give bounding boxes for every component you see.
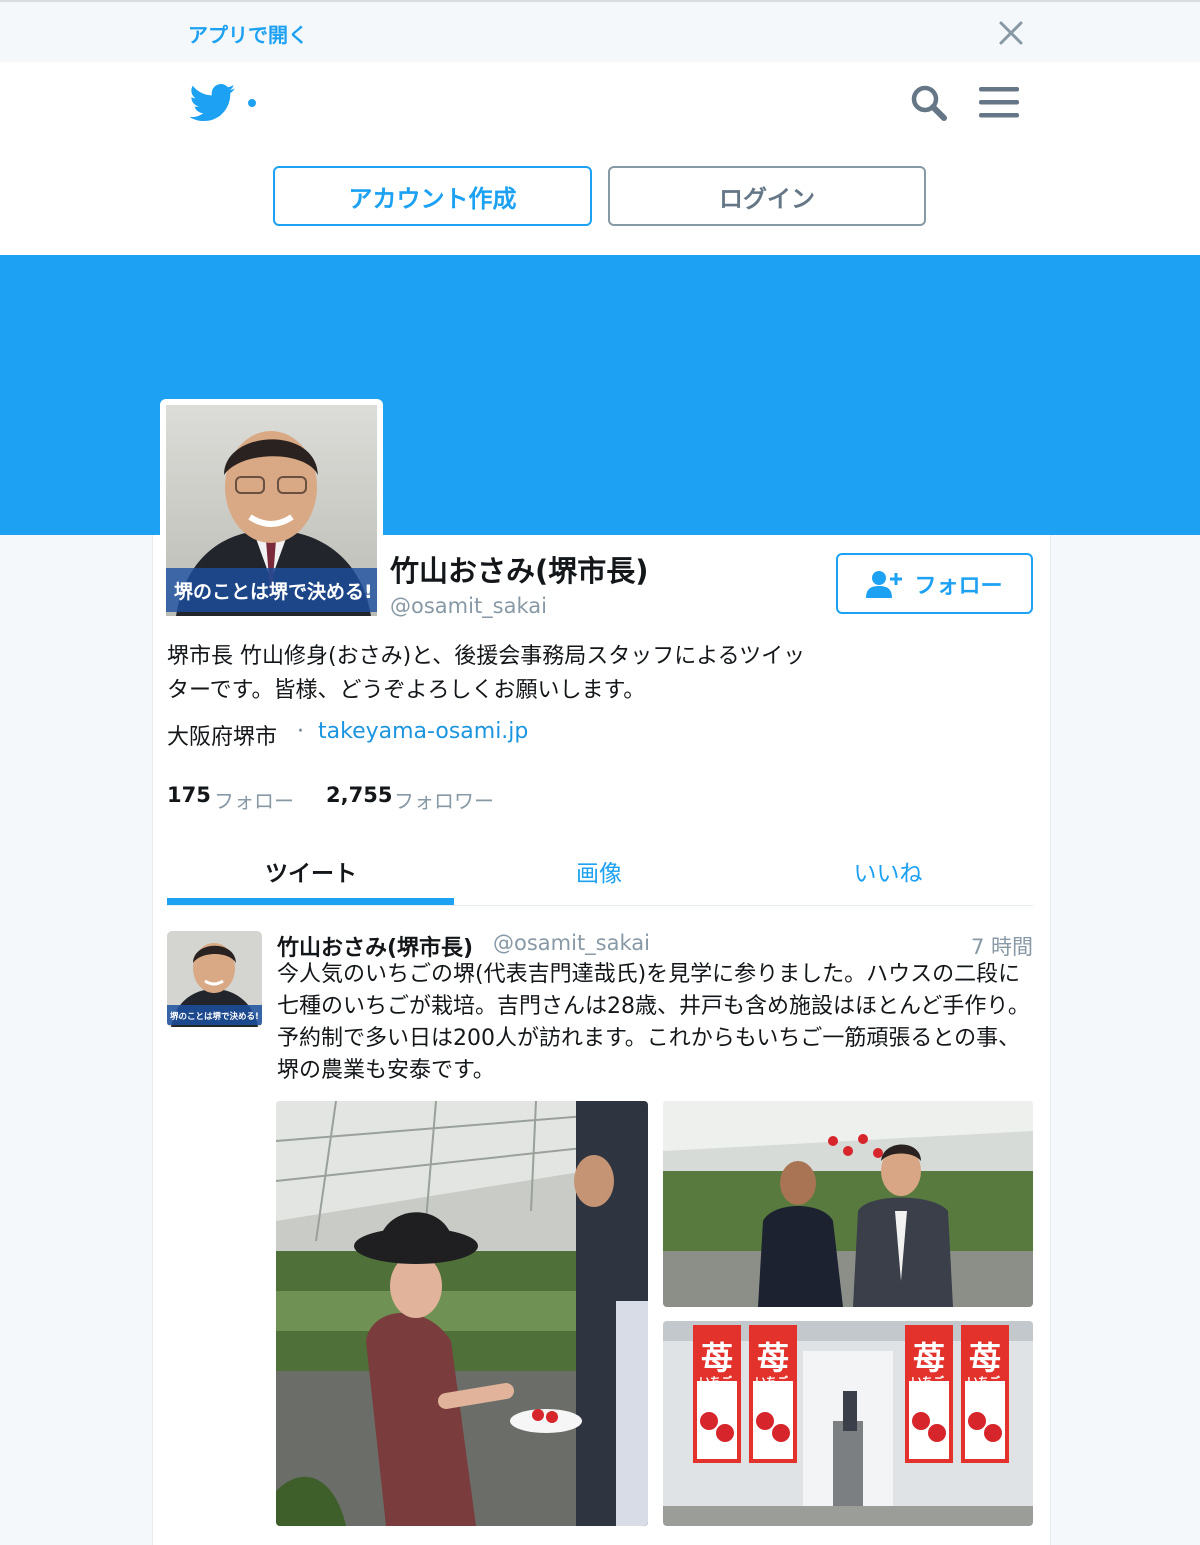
- twitter-bird-icon[interactable]: [190, 84, 236, 122]
- signup-button[interactable]: アカウント作成: [273, 166, 592, 226]
- tab-media[interactable]: 画像: [455, 854, 743, 888]
- following-count[interactable]: 175: [167, 783, 211, 807]
- banner-kanji-4: 苺: [969, 1339, 1001, 1377]
- close-icon[interactable]: [998, 20, 1024, 46]
- banner-kanji-2: 苺: [757, 1339, 789, 1377]
- tweet-text: 今人気のいちごの堺(代表吉門達哉氏)を見学に参りました。ハウスの二段に七種のいち…: [277, 962, 1030, 1083]
- active-tab-indicator: [167, 898, 454, 905]
- add-user-icon: [866, 570, 903, 598]
- tweet-author-handle[interactable]: @osamit_sakai: [493, 931, 650, 955]
- open-in-app-link[interactable]: アプリで開く: [188, 19, 308, 48]
- follow-button[interactable]: フォロー: [836, 553, 1033, 614]
- search-icon[interactable]: [910, 84, 948, 122]
- tab-likes[interactable]: いいね: [744, 854, 1032, 888]
- notification-dot: [248, 99, 256, 107]
- tweet-timestamp[interactable]: 7 時間: [940, 931, 1033, 961]
- hamburger-menu-icon[interactable]: [979, 85, 1019, 119]
- banner-sub-4: いちご: [967, 1374, 1001, 1388]
- tweet-photo-2[interactable]: [663, 1101, 1033, 1307]
- profile-handle: @osamit_sakai: [390, 594, 547, 618]
- banner-kanji-1: 苺: [701, 1339, 733, 1377]
- follow-label: フォロー: [914, 573, 1003, 599]
- photo-strawberry-banners: 苺 苺 苺 苺 いちご いちご いちご いちご: [663, 1321, 1033, 1526]
- tweet-author-name[interactable]: 竹山おさみ(堺市長): [277, 930, 473, 962]
- profile-bio: 堺市長 竹山修身(おさみ)と、後援会事務局スタッフによるツイッターです。皆様、ど…: [167, 644, 806, 703]
- photo-two-men-greenhouse: [663, 1101, 1033, 1307]
- banner-sub-2: いちご: [755, 1374, 789, 1388]
- tweet-avatar-caption: 堺のことは堺で決める!: [170, 1011, 259, 1022]
- tweet-avatar-image: 堺のことは堺で決める!: [167, 931, 262, 1027]
- profile-location: 大阪府堺市: [167, 725, 278, 750]
- tabs-divider: [167, 905, 1033, 906]
- avatar-caption: 堺のことは堺で決める!: [174, 581, 373, 603]
- login-button[interactable]: ログイン: [608, 166, 926, 226]
- profile-avatar[interactable]: 堺のことは堺で決める!: [160, 399, 383, 622]
- site-header: [0, 62, 1200, 255]
- tweet-photo-3[interactable]: 苺 苺 苺 苺 いちご いちご いちご いちご: [663, 1321, 1033, 1526]
- banner-sub-3: いちご: [911, 1374, 945, 1388]
- followers-count[interactable]: 2,755: [326, 783, 392, 807]
- avatar-image: 堺のことは堺で決める!: [166, 405, 377, 616]
- location-separator: ·: [297, 719, 304, 744]
- banner-kanji-3: 苺: [913, 1339, 945, 1377]
- tweet-avatar[interactable]: 堺のことは堺で決める!: [167, 931, 262, 1027]
- banner-sub-1: いちご: [699, 1374, 733, 1388]
- following-label[interactable]: フォロー: [214, 785, 294, 814]
- tweet-photo-1[interactable]: [276, 1101, 648, 1526]
- profile-url-link[interactable]: takeyama-osami.jp: [318, 719, 528, 744]
- tab-tweets[interactable]: ツイート: [167, 854, 455, 888]
- profile-name: 竹山おさみ(堺市長): [390, 554, 649, 588]
- photo-greenhouse-tasting: [276, 1101, 648, 1526]
- followers-label[interactable]: フォロワー: [394, 785, 494, 814]
